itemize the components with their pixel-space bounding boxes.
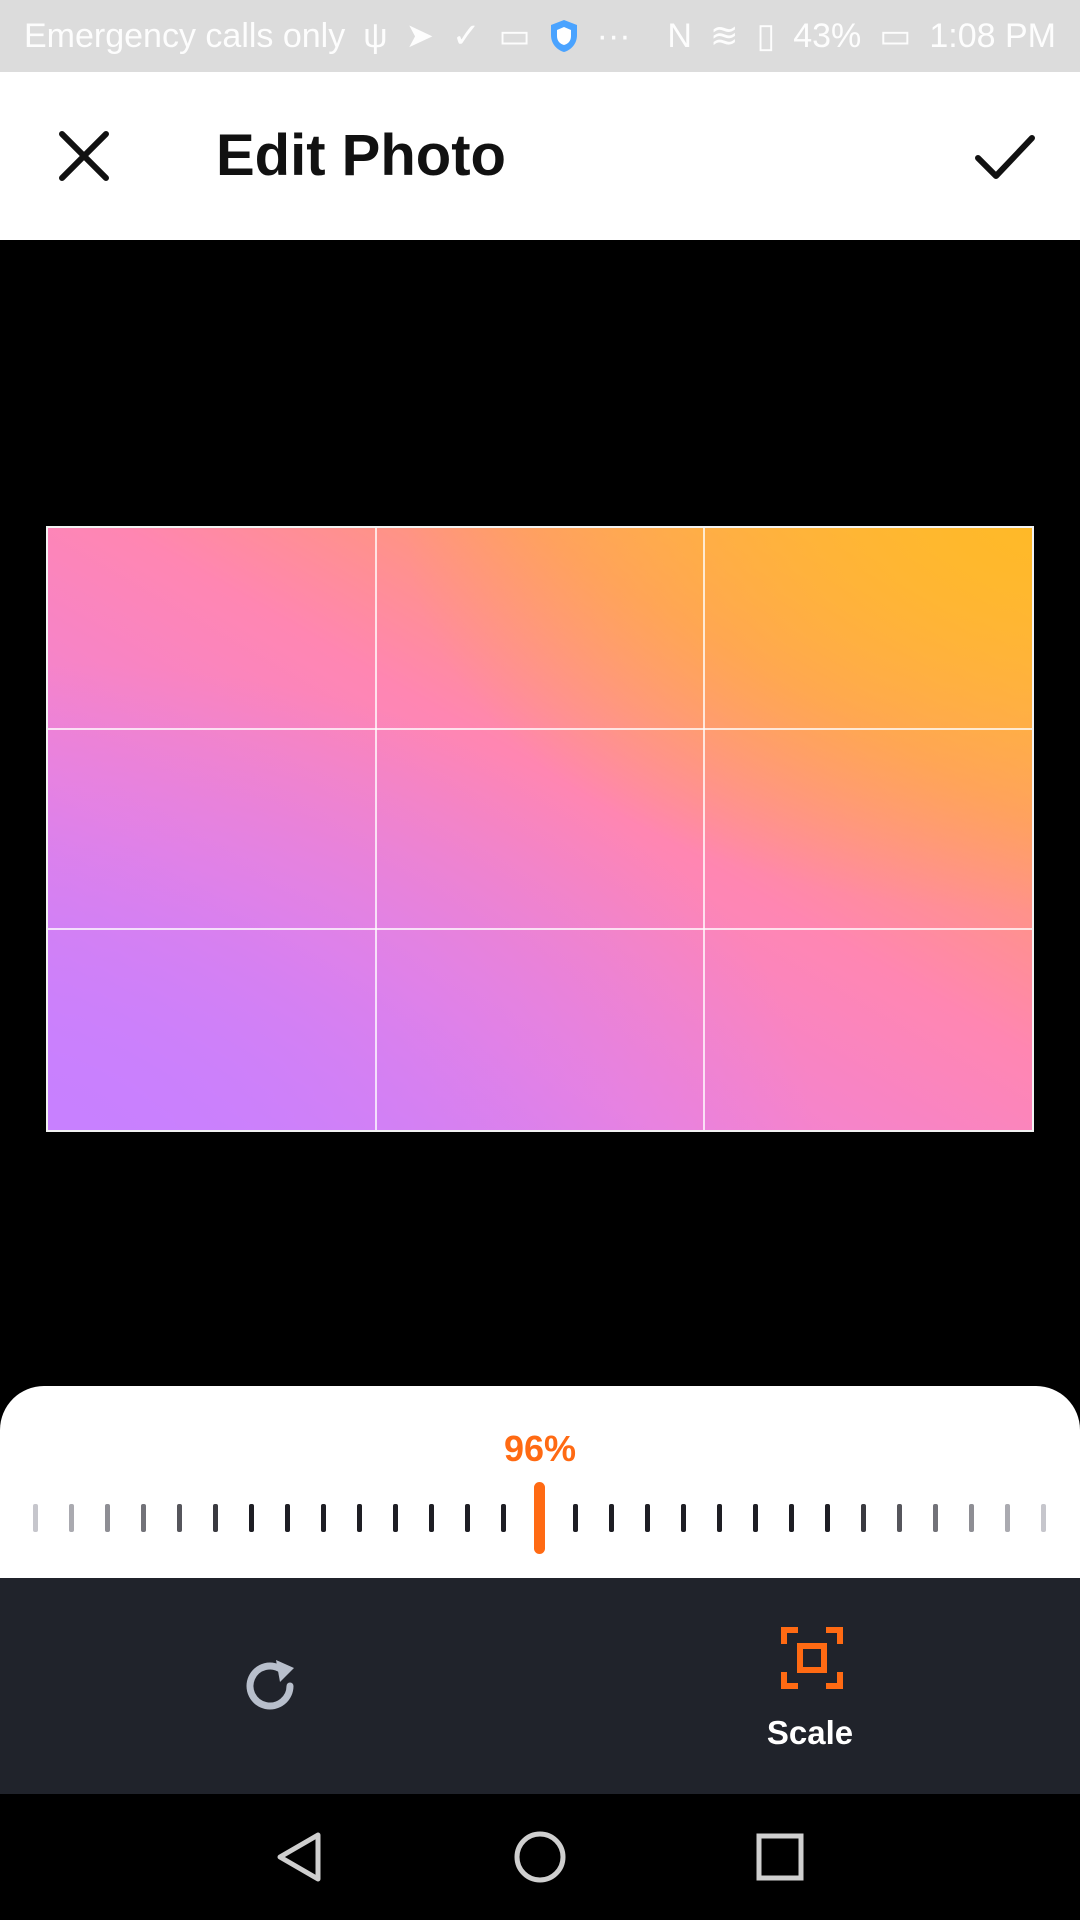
usb-icon: ψ (363, 16, 388, 55)
scale-icon (781, 1627, 843, 1689)
battery-percent: 43% (793, 16, 862, 55)
ruler-tick (681, 1504, 686, 1532)
carrier-text: Emergency calls only (24, 16, 346, 55)
ruler-tick (213, 1504, 218, 1532)
ruler-tick (393, 1504, 398, 1532)
ruler-tick (69, 1504, 74, 1532)
sim-icon: ▯ (756, 17, 776, 55)
ruler-tick (177, 1504, 182, 1532)
grid-line-h1 (48, 728, 1032, 730)
ruler-tick (789, 1504, 794, 1532)
close-icon[interactable] (52, 124, 116, 188)
page-title: Edit Photo (216, 123, 506, 188)
ruler-tick (897, 1504, 902, 1532)
download-done-icon: ✓ (452, 17, 481, 55)
ruler-tick (573, 1504, 578, 1532)
screen-icon: ▭ (498, 17, 531, 55)
scale-sheet: 96% (0, 1386, 1080, 1578)
ruler-tick (33, 1504, 38, 1532)
send-icon: ➤ (405, 17, 435, 55)
ruler-tick (429, 1504, 434, 1532)
scale-ruler[interactable] (0, 1482, 1080, 1572)
ruler-tick (501, 1504, 506, 1532)
photo-preview[interactable] (48, 528, 1032, 1130)
app-header: Edit Photo (0, 72, 1080, 240)
grid-line-h2 (48, 928, 1032, 930)
status-bar: Emergency calls only ψ ➤ ✓ ▭ ··· N ≋ ▯ 4… (0, 0, 1080, 72)
scale-value: 96% (503, 1428, 577, 1469)
scale-label: Scale (766, 1714, 854, 1751)
ruler-tick (861, 1504, 866, 1532)
clock: 1:08 PM (929, 16, 1056, 55)
nfc-icon: N (667, 16, 692, 55)
ruler-tick (1005, 1504, 1010, 1532)
photo-canvas (0, 240, 1080, 1390)
scale-tool-button[interactable]: Scale (750, 1626, 870, 1766)
ruler-tick (933, 1504, 938, 1532)
ruler-tick (609, 1504, 614, 1532)
ruler-tick (285, 1504, 290, 1532)
edit-toolbar: Scale (0, 1578, 1080, 1794)
ruler-tick (357, 1504, 362, 1532)
status-right: N ≋ ▯ 43% ▭ 1:08 PM (667, 16, 1056, 56)
ruler-tick (717, 1504, 722, 1532)
ruler-handle[interactable] (534, 1482, 545, 1554)
ruler-tick (753, 1504, 758, 1532)
ruler-tick (249, 1504, 254, 1532)
ruler-tick (321, 1504, 326, 1532)
check-icon[interactable] (968, 120, 1040, 192)
back-icon[interactable] (270, 1827, 330, 1887)
home-icon[interactable] (510, 1827, 570, 1887)
ruler-tick (465, 1504, 470, 1532)
recents-icon[interactable] (750, 1827, 810, 1887)
shield-icon (550, 20, 577, 52)
system-nav-bar (0, 1794, 1080, 1920)
grid-line-v2 (703, 528, 705, 1130)
status-left: Emergency calls only ψ ➤ ✓ ▭ ··· (24, 16, 631, 56)
ruler-tick (645, 1504, 650, 1532)
ruler-tick (141, 1504, 146, 1532)
ruler-tick (1041, 1504, 1046, 1532)
rotate-icon[interactable] (236, 1652, 304, 1720)
grid-line-v1 (375, 528, 377, 1130)
wifi-icon: ≋ (709, 17, 739, 55)
ruler-tick (969, 1504, 974, 1532)
battery-icon: ▭ (879, 17, 912, 55)
ruler-tick (105, 1504, 110, 1532)
ruler-tick (825, 1504, 830, 1532)
more-icon: ··· (596, 16, 631, 55)
